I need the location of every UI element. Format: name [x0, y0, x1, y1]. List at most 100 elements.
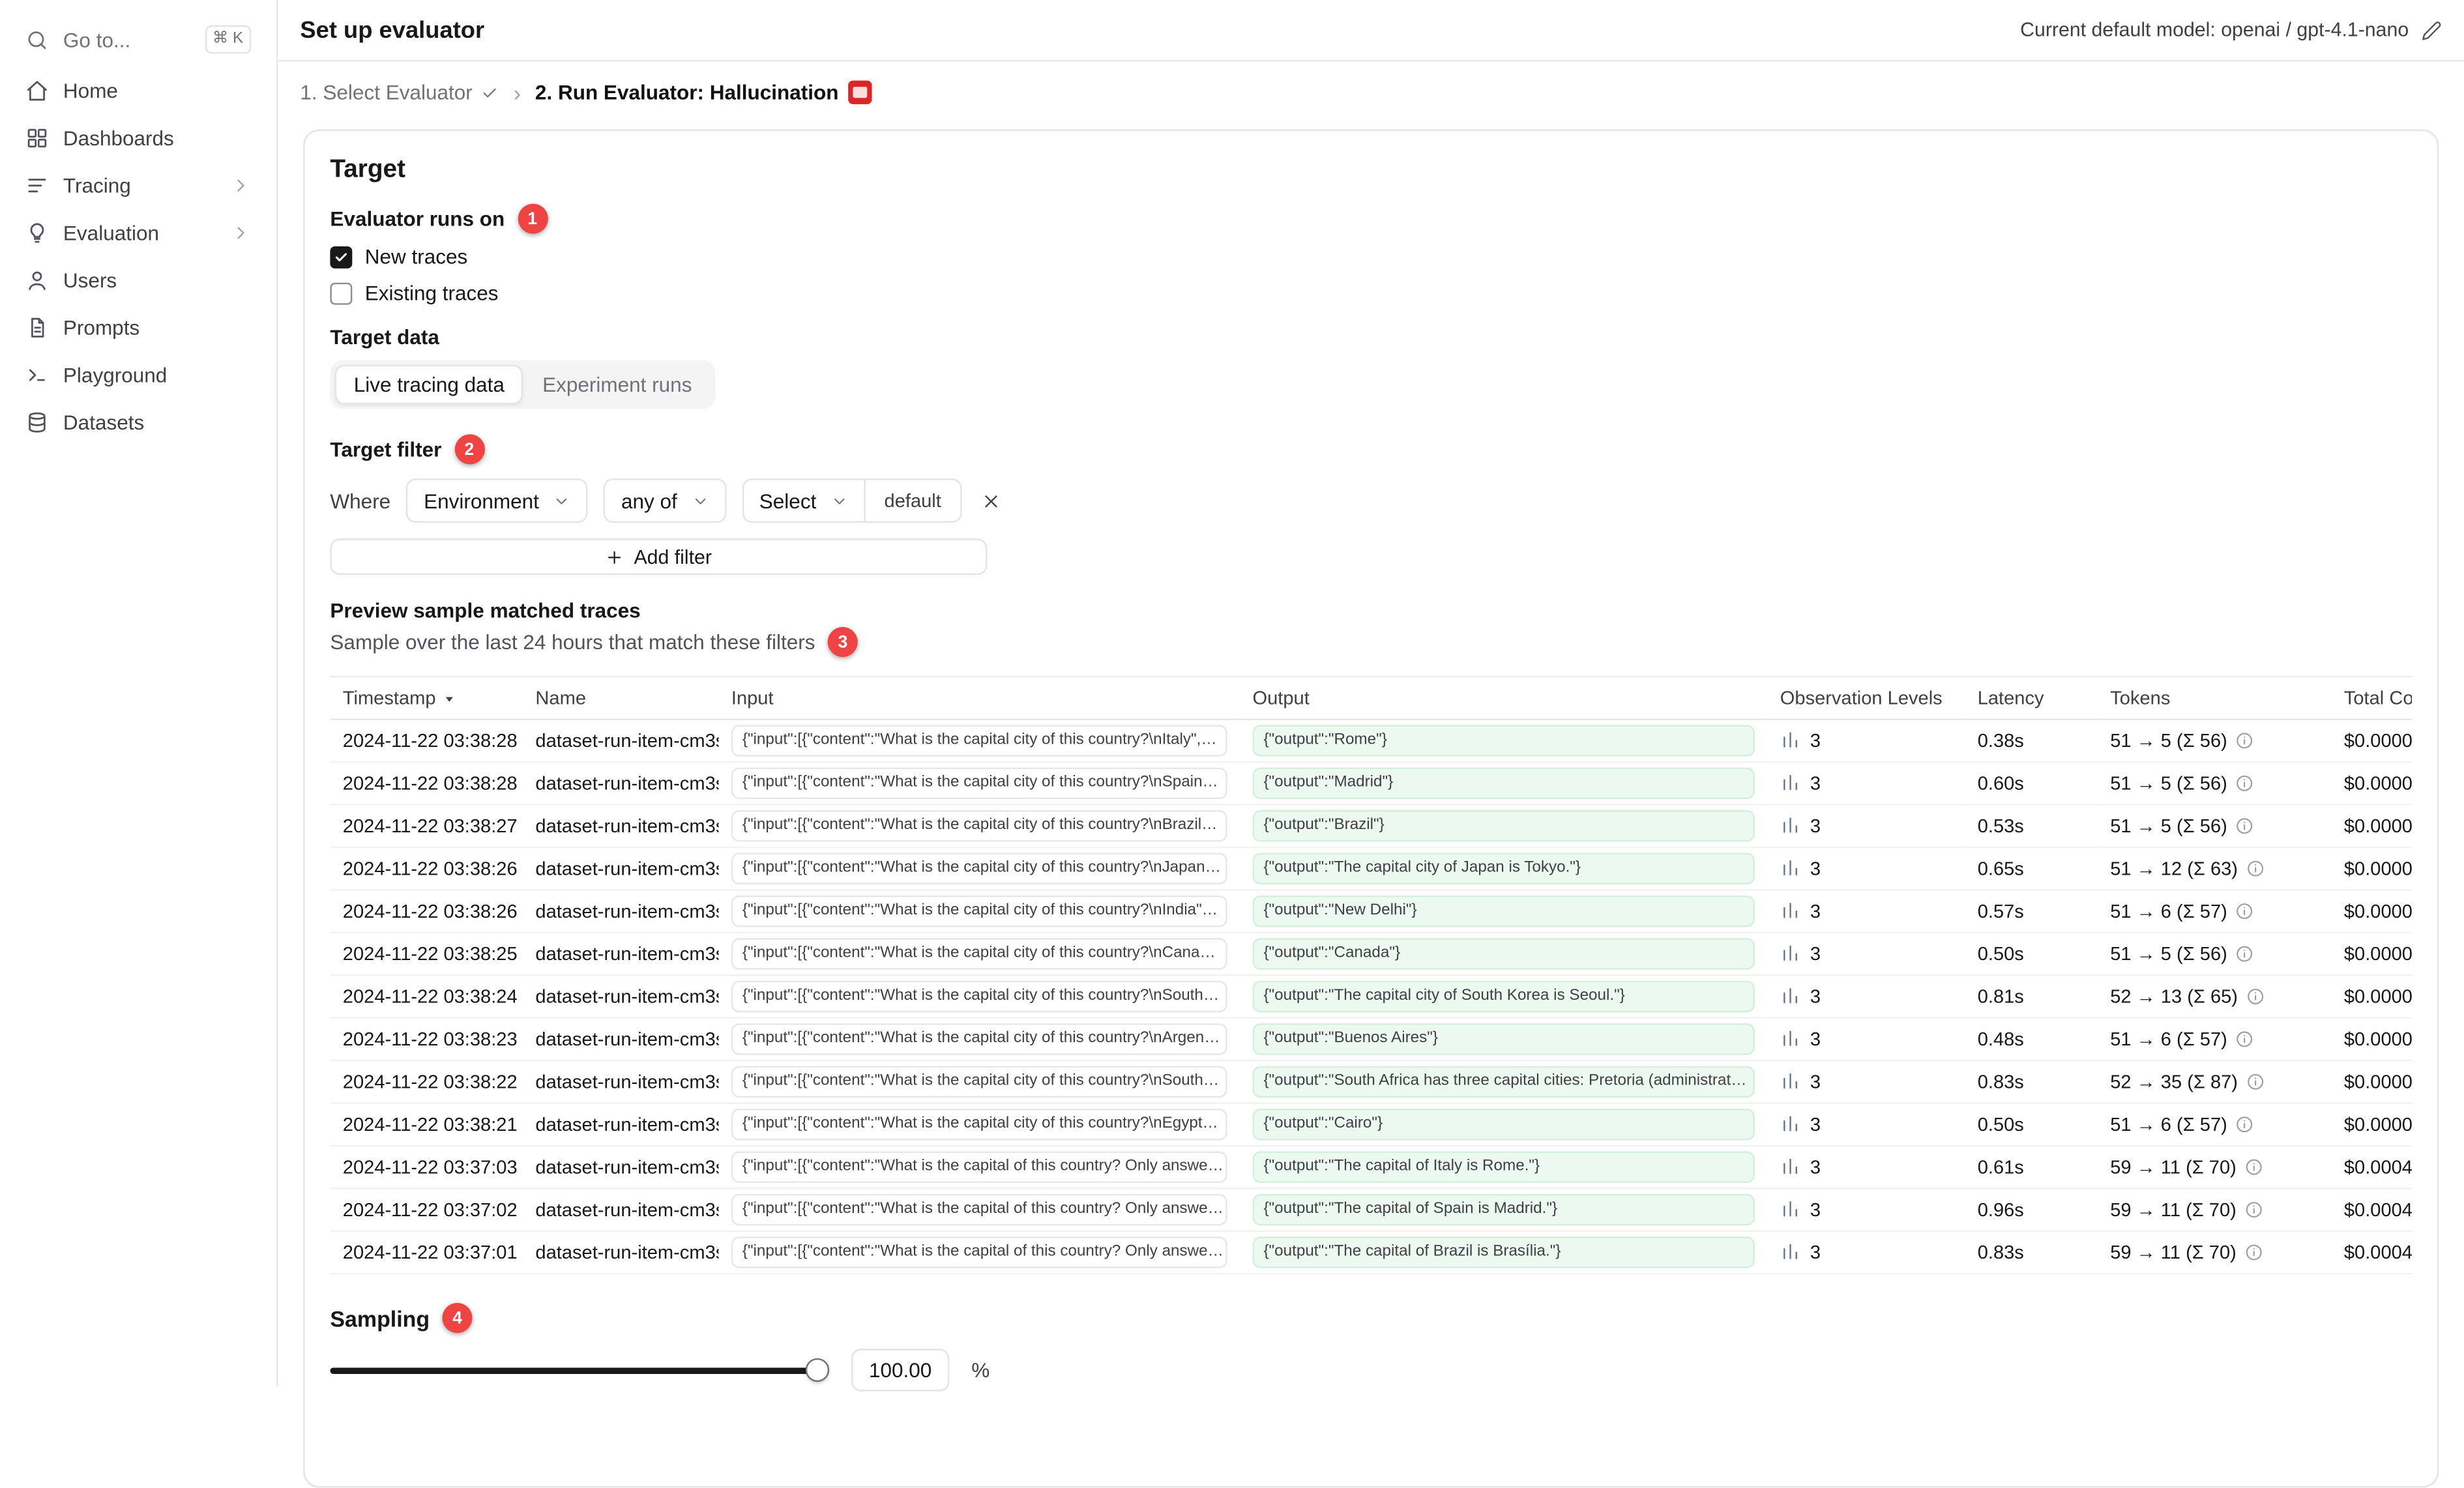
- table-row[interactable]: 2024-11-22 03:38:21 dataset-run-item-cm3s…: [330, 1103, 2413, 1147]
- sidebar-item-users[interactable]: Users: [16, 256, 261, 304]
- col-header-output[interactable]: Output: [1240, 677, 1768, 720]
- col-header-latency[interactable]: Latency: [1965, 677, 2098, 720]
- checkbox-row-existing-traces[interactable]: Existing traces: [330, 280, 2412, 306]
- table-row[interactable]: 2024-11-22 03:38:27 dataset-run-item-cm3s…: [330, 804, 2413, 849]
- input-chip[interactable]: {"input":[{"content":"What is the capita…: [731, 810, 1227, 842]
- cell-observation-levels: 3: [1767, 847, 1965, 891]
- table-row[interactable]: 2024-11-22 03:37:02 dataset-run-item-cm3s…: [330, 1188, 2413, 1232]
- tab-experiment-runs[interactable]: Experiment runs: [523, 365, 711, 405]
- sidebar-item-playground[interactable]: Playground: [16, 351, 261, 398]
- input-chip[interactable]: {"input":[{"content":"What is the capita…: [731, 1023, 1227, 1055]
- output-chip[interactable]: {"output":"New Delhi"}: [1252, 895, 1755, 927]
- sampling-slider-fill: [330, 1367, 830, 1373]
- input-chip[interactable]: {"input":[{"content":"What is the capita…: [731, 725, 1227, 757]
- cell-latency: 0.61s: [1965, 1145, 2098, 1189]
- table-row[interactable]: 2024-11-22 03:38:26 dataset-run-item-cm3s…: [330, 890, 2413, 934]
- edit-default-model-button[interactable]: [2422, 20, 2442, 40]
- output-chip[interactable]: {"output":"Buenos Aires"}: [1252, 1023, 1755, 1055]
- output-chip[interactable]: {"output":"The capital of Spain is Madri…: [1252, 1193, 1755, 1226]
- sidebar-item-evaluation[interactable]: Evaluation: [16, 209, 261, 256]
- cell-total-cost: $0.000011: [2331, 804, 2413, 849]
- col-header-input[interactable]: Input: [718, 677, 1240, 720]
- sidebar-item-prompts[interactable]: Prompts: [16, 303, 261, 351]
- table-row[interactable]: 2024-11-22 03:38:28 dataset-run-item-cm3s…: [330, 762, 2413, 806]
- filter-value-select[interactable]: Select: [744, 480, 864, 521]
- goto-shortcut: ⌘ K: [204, 25, 252, 54]
- cell-total-cost: $0.000016: [2331, 975, 2413, 1019]
- output-chip[interactable]: {"output":"Madrid"}: [1252, 767, 1755, 800]
- cell-output: {"output":"Rome"}: [1240, 719, 1768, 763]
- table-row[interactable]: 2024-11-22 03:37:03 dataset-run-item-cm3s…: [330, 1145, 2413, 1189]
- filter-operator-select[interactable]: any of: [604, 478, 726, 523]
- input-chip[interactable]: {"input":[{"content":"What is the capita…: [731, 980, 1227, 1013]
- input-chip[interactable]: {"input":[{"content":"What is the capita…: [731, 1151, 1227, 1183]
- sampling-slider[interactable]: [330, 1351, 830, 1389]
- table-row[interactable]: 2024-11-22 03:38:22 dataset-run-item-cm3s…: [330, 1060, 2413, 1104]
- goto-search[interactable]: Go to... ⌘ K: [16, 16, 261, 63]
- cell-name: dataset-run-item-cm3s4: [523, 1017, 719, 1062]
- table-row[interactable]: 2024-11-22 03:38:23 dataset-run-item-cm3s…: [330, 1017, 2413, 1062]
- cell-total-cost: $0.000011: [2331, 719, 2413, 763]
- checkbox-new-traces[interactable]: [330, 245, 353, 268]
- sidebar-item-home[interactable]: Home: [16, 66, 261, 114]
- sidebar-item-dashboards[interactable]: Dashboards: [16, 113, 261, 161]
- cell-observation-levels: 3: [1767, 1188, 1965, 1232]
- checkbox-existing-traces[interactable]: [330, 282, 353, 304]
- table-row[interactable]: 2024-11-22 03:38:25 dataset-run-item-cm3s…: [330, 932, 2413, 976]
- col-header-tokens[interactable]: Tokens: [2097, 677, 2332, 720]
- where-label: Where: [330, 488, 391, 513]
- add-filter-button[interactable]: Add filter: [330, 538, 988, 575]
- breadcrumb-step-select-evaluator[interactable]: 1. Select Evaluator: [300, 81, 499, 104]
- output-chip[interactable]: {"output":"Cairo"}: [1252, 1109, 1755, 1141]
- checkbox-row-new-traces[interactable]: New traces: [330, 243, 2412, 270]
- chevron-down-icon: [692, 492, 709, 510]
- cell-timestamp: 2024-11-22 03:38:21: [330, 1103, 523, 1147]
- sampling-value-input[interactable]: [851, 1349, 950, 1392]
- observation-levels-count: 3: [1810, 1070, 1821, 1093]
- table-row[interactable]: 2024-11-22 03:38:24 dataset-run-item-cm3s…: [330, 975, 2413, 1019]
- input-chip[interactable]: {"input":[{"content":"What is the capita…: [731, 1066, 1227, 1098]
- cell-latency: 0.83s: [1965, 1060, 2098, 1104]
- input-chip[interactable]: {"input":[{"content":"What is the capita…: [731, 1236, 1227, 1268]
- col-header-timestamp[interactable]: Timestamp: [330, 677, 523, 720]
- observation-levels-count: 3: [1810, 900, 1821, 923]
- col-header-observation-levels[interactable]: Observation Levels: [1767, 677, 1965, 720]
- input-chip[interactable]: {"input":[{"content":"What is the capita…: [731, 895, 1227, 927]
- hallucination-evaluator-icon: [848, 80, 872, 104]
- input-chip[interactable]: {"input":[{"content":"What is the capita…: [731, 938, 1227, 970]
- output-chip[interactable]: {"output":"The capital of Brazil is Bras…: [1252, 1236, 1755, 1268]
- cell-observation-levels: 3: [1767, 1231, 1965, 1275]
- sidebar-item-datasets[interactable]: Datasets: [16, 398, 261, 446]
- cell-name: dataset-run-item-cm3s4: [523, 719, 719, 763]
- sidebar-item-label: Dashboards: [63, 125, 174, 149]
- breadcrumb: 1. Select Evaluator › 2. Run Evaluator: …: [278, 62, 2464, 104]
- output-chip[interactable]: {"output":"Canada"}: [1252, 938, 1755, 970]
- table-row[interactable]: 2024-11-22 03:38:26 dataset-run-item-cm3s…: [330, 847, 2413, 891]
- input-chip[interactable]: {"input":[{"content":"What is the capita…: [731, 767, 1227, 800]
- output-chip[interactable]: {"output":"The capital city of South Kor…: [1252, 980, 1755, 1013]
- sidebar-item-tracing[interactable]: Tracing: [16, 161, 261, 209]
- output-chip[interactable]: {"output":"The capital city of Japan is …: [1252, 853, 1755, 884]
- input-chip[interactable]: {"input":[{"content":"What is the capita…: [731, 1193, 1227, 1226]
- table-row[interactable]: 2024-11-22 03:37:01 dataset-run-item-cm3s…: [330, 1231, 2413, 1275]
- col-header-total-cost[interactable]: Total Cost: [2331, 677, 2413, 720]
- cell-name: dataset-run-item-cm3s4: [523, 762, 719, 806]
- playground-icon: [25, 362, 49, 386]
- filter-operator-value: any of: [621, 488, 677, 513]
- remove-filter-button[interactable]: [980, 490, 1001, 511]
- input-chip[interactable]: {"input":[{"content":"What is the capita…: [731, 1109, 1227, 1141]
- output-chip[interactable]: {"output":"Brazil"}: [1252, 810, 1755, 842]
- col-header-name[interactable]: Name: [523, 677, 719, 720]
- filter-column-select[interactable]: Environment: [406, 478, 589, 523]
- sampling-slider-knob[interactable]: [805, 1358, 830, 1382]
- output-chip[interactable]: {"output":"Rome"}: [1252, 725, 1755, 757]
- input-chip[interactable]: {"input":[{"content":"What is the capita…: [731, 853, 1227, 884]
- target-data-row: Target data: [330, 325, 2412, 349]
- output-chip[interactable]: {"output":"The capital of Italy is Rome.…: [1252, 1151, 1755, 1183]
- table-row[interactable]: 2024-11-22 03:38:28 dataset-run-item-cm3s…: [330, 719, 2413, 763]
- cell-latency: 0.57s: [1965, 890, 2098, 934]
- output-chip[interactable]: {"output":"South Africa has three capita…: [1252, 1066, 1755, 1098]
- tab-live-tracing-data[interactable]: Live tracing data: [334, 364, 524, 405]
- observation-levels-icon: [1780, 1113, 1801, 1134]
- evaluator-runs-on-label: Evaluator runs on: [330, 207, 505, 231]
